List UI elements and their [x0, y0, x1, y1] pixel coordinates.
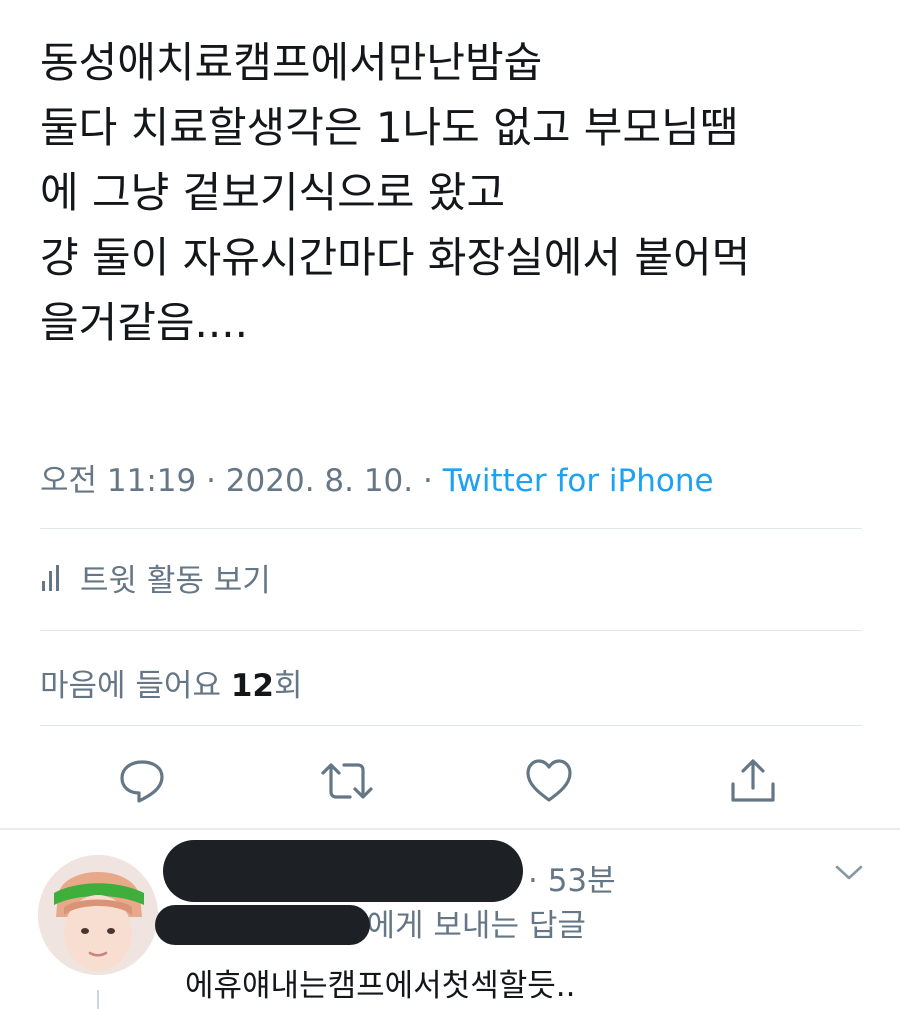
tweet-actions-bar — [0, 750, 900, 810]
divider — [40, 630, 862, 631]
likes-suffix: 회 — [273, 668, 303, 704]
likes-count-link[interactable]: 마음에 들어요 12회 — [40, 660, 303, 705]
reply-text: 에휴얘내는캠프에서첫섹할듯.. — [185, 968, 576, 1004]
share-button[interactable] — [728, 756, 778, 806]
tweet-client-link[interactable]: Twitter for iPhone — [443, 463, 714, 499]
section-separator — [0, 828, 900, 830]
tweet-date: 2020. 8. 10. — [225, 463, 414, 499]
tweet-line: 걍 둘이 자유시간마다 화장실에서 붙어먹 — [40, 233, 751, 282]
tweet-time: 오전 11:19 — [40, 463, 197, 499]
tweet-text: 동성애치료캠프에서만난밤숩 둘다 치료할생각은 1나도 없고 부모님땜 에 그냥… — [40, 30, 870, 355]
view-tweet-activity-button[interactable]: 트윗 활동 보기 — [40, 555, 271, 600]
activity-label: 트윗 활동 보기 — [80, 563, 271, 599]
meta-separator: · — [413, 463, 443, 499]
tweet-line: 에 그냥 겉보기식으로 왔고 — [40, 168, 506, 217]
divider — [40, 725, 862, 726]
tweet-meta: 오전 11:19 · 2020. 8. 10. · Twitter for iP… — [40, 455, 714, 500]
reply-author-avatar[interactable] — [38, 855, 158, 975]
reply-button[interactable] — [117, 756, 167, 806]
redacted-author-name — [163, 840, 523, 902]
tweet-line: 동성애치료캠프에서만난밤숩 — [40, 38, 543, 87]
share-icon — [731, 759, 775, 802]
likes-prefix: 마음에 들어요 — [40, 668, 231, 704]
meta-separator: · — [196, 463, 226, 499]
tweet-line: 을거같음.... — [40, 298, 248, 347]
like-button[interactable] — [524, 756, 574, 806]
divider — [40, 528, 862, 529]
reply-icon — [120, 760, 164, 803]
retweet-button[interactable] — [318, 756, 376, 806]
retweet-icon — [321, 763, 373, 799]
thread-line — [97, 990, 99, 1009]
heart-icon — [526, 759, 572, 802]
tweet-line: 둘다 치료할생각은 1나도 없고 부모님땜 — [40, 103, 739, 152]
replying-to-label: 님에게 보내는 답글 — [338, 908, 586, 944]
chevron-down-icon — [835, 865, 863, 880]
bar-chart-icon — [42, 564, 59, 591]
likes-count: 12 — [230, 668, 274, 704]
avatar-photo — [38, 855, 158, 975]
reply-time: · 53분 — [528, 863, 616, 899]
reply-more-button[interactable] — [832, 860, 866, 888]
redacted-reply-to-handle — [155, 905, 370, 945]
